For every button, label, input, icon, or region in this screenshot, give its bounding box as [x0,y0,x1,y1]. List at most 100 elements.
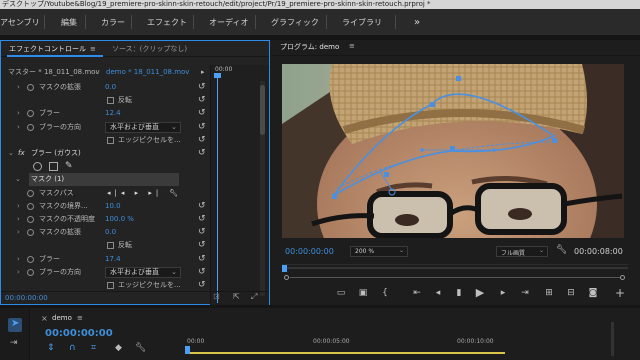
checkbox[interactable] [107,282,114,289]
chevron-right-icon[interactable]: › [17,253,20,266]
reset-icon[interactable]: ↺ [198,107,206,120]
reset-icon[interactable]: ↺ [198,147,206,160]
workspace-tab-graphics[interactable]: グラフィック [271,9,319,36]
marker-out-icon[interactable]: ▣ [356,287,370,299]
track-mask-controls[interactable]: ◂|◂ ▸ ▸| [107,187,162,200]
checkbox[interactable] [107,136,114,144]
pen-mask-icon[interactable]: ✎ [65,160,73,173]
workspace-tab-libraries[interactable]: ライブラリ [342,9,382,36]
workspace-tab-audio[interactable]: オーディオ [209,9,248,36]
reset-icon[interactable]: ↺ [198,134,206,147]
scrollbar-thumb[interactable] [260,85,265,135]
go-to-out-icon[interactable]: ⇥ [518,287,532,299]
add-marker-icon[interactable]: ⌗ [91,343,96,353]
reset-icon[interactable]: ↺ [198,266,206,279]
selection-tool[interactable]: ➤ [8,318,22,332]
stopwatch-icon[interactable] [27,189,34,197]
mark-in-icon[interactable]: { [378,287,392,299]
overwrite-icon[interactable]: ⊟ [564,287,578,299]
fx-icon[interactable]: fx [18,147,25,160]
settings-wrench-icon[interactable]: 🔧︎ [135,343,146,353]
effect-timecode[interactable]: 00:00:00:00 [5,294,48,302]
reset-icon[interactable]: ↺ [198,239,206,252]
mask-label[interactable]: マスク (1) [31,173,64,186]
property-value[interactable]: 10.0 [105,200,121,213]
workspace-tab-edit[interactable]: 編集 [61,9,77,36]
chevron-down-icon[interactable]: ⌄ [8,147,14,160]
step-back-icon[interactable]: ◂ [431,287,445,299]
reset-icon[interactable]: ↺ [198,213,206,226]
chevron-right-icon[interactable]: › [17,121,20,134]
close-icon[interactable]: × [41,314,48,323]
stopwatch-icon[interactable] [27,110,34,118]
chevron-right-icon[interactable]: › [17,226,20,239]
chevron-right-icon[interactable]: › [17,213,20,226]
play-only-audio-icon[interactable]: ▸ [201,65,205,79]
wrench-icon[interactable]: 🔧︎ [169,187,178,200]
video-frame[interactable] [282,64,624,238]
property-value[interactable]: 0.0 [105,226,116,239]
go-to-in-icon[interactable]: ⇤ [410,287,424,299]
reset-icon[interactable]: ↺ [198,94,206,107]
chevron-right-icon[interactable]: › [17,200,20,213]
linked-selection-icon[interactable]: ∩ [69,343,76,353]
wrench-icon[interactable]: 🔧︎ [556,245,567,255]
workspace-tab-color[interactable]: カラー [101,9,125,36]
chevron-down-icon[interactable]: ⌄ [94,65,100,79]
program-timecode[interactable]: 00:00:00:00 [285,247,334,256]
scroll-handle-right[interactable] [620,275,625,280]
stopwatch-icon[interactable] [27,123,34,131]
stopwatch-icon[interactable] [27,202,34,210]
marker-in-icon[interactable]: ▭ [334,287,348,299]
insert-icon[interactable]: ⊞ [542,287,556,299]
program-menu-icon[interactable]: ≡ [349,42,355,50]
stopwatch-icon[interactable] [27,229,34,237]
property-value[interactable]: 17.4 [105,253,121,266]
workspace-tab-assembly[interactable]: アセンブリ [0,9,40,36]
rectangle-mask-icon[interactable] [49,162,58,172]
add-button-icon[interactable]: + [613,287,627,299]
stopwatch-icon[interactable] [27,216,34,223]
stopwatch-icon[interactable] [27,268,34,276]
chevron-right-icon[interactable]: › [17,81,20,94]
checkbox[interactable] [107,242,114,250]
mini-playhead[interactable] [214,73,221,78]
filter-icon[interactable]: ⊡ [213,292,220,301]
tab-source[interactable]: ソース：(クリップなし) [112,41,187,57]
checkbox[interactable] [107,97,114,105]
export-frame-icon[interactable]: ◙ [586,287,600,299]
export-icon[interactable]: ⇱ [233,292,240,301]
scroll-handle-left[interactable] [284,275,289,280]
chevron-right-icon[interactable]: › [17,107,20,120]
workspace-tab-effects[interactable]: エフェクト [147,9,187,36]
direction-select[interactable]: 水平および垂直 ⌄ [105,266,181,278]
program-playhead[interactable] [282,265,287,272]
reset-icon[interactable]: ↺ [198,226,206,239]
tab-timeline-demo[interactable]: demo [52,314,72,322]
timeline-menu-icon[interactable]: ≡ [77,314,83,322]
property-value[interactable]: 0.0 [105,81,116,94]
marker-icon[interactable]: ◆ [115,343,122,353]
stopwatch-icon[interactable] [27,84,34,91]
chevron-down-icon[interactable]: ⌄ [15,173,21,186]
track-select-tool-icon[interactable]: ⇥ [10,338,18,348]
zoom-select[interactable]: 200 % ⌄ [350,246,408,257]
direction-select[interactable]: 水平および垂直 ⌄ [105,121,181,133]
property-value[interactable]: 12.4 [105,107,121,120]
snap-icon[interactable]: ⇕ [47,343,55,353]
reset-icon[interactable]: ↺ [198,81,206,94]
play-icon[interactable]: ▶ [473,287,487,299]
timeline-timecode[interactable]: 00:00:00:00 [45,328,113,339]
work-area-bar[interactable] [185,352,505,354]
stopwatch-icon[interactable] [27,255,34,263]
sequence-clip-label[interactable]: demo * 18_011_08.mov [106,65,189,79]
chevron-right-icon[interactable]: › [17,266,20,279]
stop-icon[interactable]: ▮ [452,287,466,299]
step-forward-icon[interactable]: ▸ [496,287,510,299]
quality-select[interactable]: フル画質 ⌄ [496,246,548,257]
property-value[interactable]: 100.0 % [105,213,134,226]
tab-program[interactable]: プログラム: demo [280,42,339,52]
ellipse-mask-icon[interactable] [33,162,42,172]
reset-icon[interactable]: ↺ [198,200,206,213]
reset-icon[interactable]: ↺ [198,121,206,134]
